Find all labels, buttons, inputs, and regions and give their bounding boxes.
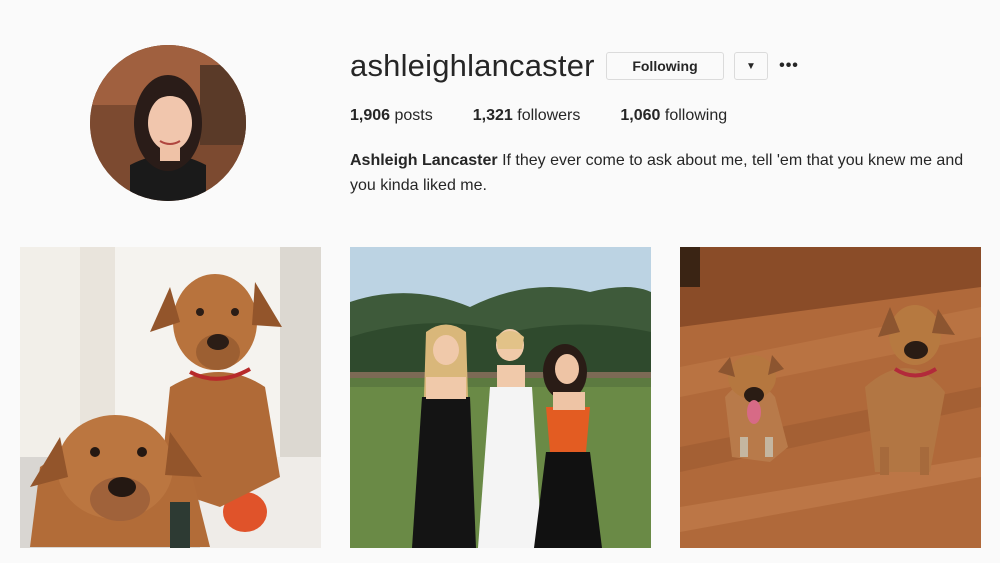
suggestions-dropdown-button[interactable]: ▼ — [734, 52, 768, 80]
post-image — [350, 247, 651, 548]
following-label: following — [664, 107, 728, 124]
profile-username: ashleighlancaster — [350, 48, 595, 83]
posts-label: posts — [394, 107, 433, 124]
followers-count: 1,321 — [472, 107, 513, 124]
more-options-button[interactable]: ••• — [778, 54, 800, 78]
post-image — [20, 247, 321, 548]
stat-posts: 1,906 posts — [350, 107, 433, 125]
posts-count: 1,906 — [350, 107, 391, 124]
following-button[interactable]: Following — [606, 52, 724, 80]
stat-following[interactable]: 1,060 following — [620, 107, 727, 125]
followers-label: followers — [517, 107, 581, 124]
post-thumbnail[interactable] — [20, 247, 321, 548]
profile-bio: Ashleigh Lancaster If they ever come to … — [350, 148, 980, 198]
following-count: 1,060 — [620, 107, 661, 124]
profile-avatar[interactable] — [90, 45, 246, 201]
post-thumbnail[interactable] — [680, 247, 981, 548]
post-thumbnail[interactable] — [350, 247, 651, 548]
post-image — [680, 247, 981, 548]
avatar-photo — [90, 45, 246, 201]
profile-stats: 1,906 posts 1,321 followers 1,060 follow… — [350, 107, 767, 125]
stat-followers[interactable]: 1,321 followers — [473, 107, 581, 125]
more-options-icon: ••• — [779, 57, 799, 74]
caret-down-icon: ▼ — [746, 60, 756, 72]
profile-full-name: Ashleigh Lancaster — [350, 152, 498, 169]
